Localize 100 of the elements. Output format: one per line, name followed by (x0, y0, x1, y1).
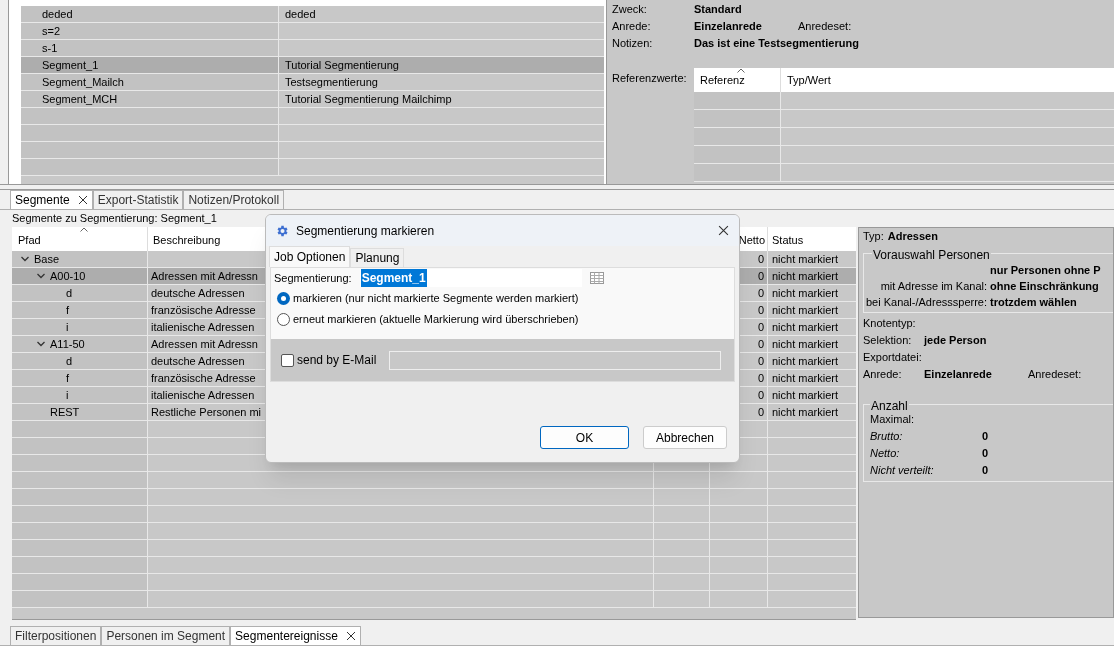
chevron-icon[interactable] (20, 254, 30, 264)
tree-label: i (66, 319, 69, 335)
column-header[interactable]: Beschreibung (153, 231, 221, 248)
field-label: Maximal: (870, 412, 914, 428)
tab[interactable]: Personen im Segment (101, 626, 231, 645)
field-value: Standard (694, 2, 742, 18)
field-label: Selektion: (863, 333, 913, 349)
radio-button[interactable] (277, 292, 290, 305)
field-value: trotzdem wählen (990, 294, 1077, 310)
chevron-icon[interactable] (36, 271, 46, 281)
column-header[interactable]: Netto (738, 231, 765, 248)
table-cell-text: nicht markiert (772, 285, 839, 301)
table-cell-text: 0 (757, 336, 764, 352)
table-cell-text: 0 (757, 404, 764, 420)
tree-label: d (66, 353, 73, 369)
radio-label: erneut markieren (aktuelle Markierung wird überschrieben) (293, 312, 579, 328)
field-value: Einzelanrede (924, 367, 993, 383)
checkbox[interactable] (281, 353, 294, 367)
column-header[interactable]: Referenz (700, 71, 745, 88)
close-icon[interactable] (718, 225, 729, 236)
table-cell-text: Adressen mit Adressn (151, 268, 258, 284)
field-label: Segmentierung: (274, 270, 352, 286)
table-cell-text: nicht markiert (772, 251, 839, 267)
tab[interactable]: Job Optionen (269, 246, 351, 267)
field-value: Einzelanrede (694, 19, 763, 35)
table-cell-text: nicht markiert (772, 319, 839, 335)
tree-label: REST (50, 404, 80, 420)
tree-label: Base (34, 251, 60, 267)
field-value: 0 (982, 463, 989, 479)
field-label: mit Adresse im Kanal: (880, 279, 987, 292)
tab[interactable]: Segmente (10, 190, 93, 209)
field-value: nur Personen ohne P (990, 262, 1101, 278)
table-cell-text: nicht markiert (772, 302, 839, 318)
field-label: Typ: (863, 229, 884, 245)
dialog-button[interactable]: Abbrechen (643, 426, 727, 449)
table-row[interactable]: Segment_MCH Tutorial Segmentierung Mailchimp (21, 91, 604, 108)
tab[interactable]: Segmentereignisse (230, 626, 361, 645)
table-cell-text: 0 (757, 353, 764, 369)
table-cell-text: französische Adresse (151, 302, 256, 318)
table-cell-text: Testsegmentierung (285, 74, 378, 90)
table-cell-text: nicht markiert (772, 336, 839, 352)
table-row[interactable]: Segment_1 Tutorial Segmentierung (21, 57, 604, 74)
column-header[interactable]: Status (772, 231, 804, 248)
field-label: Anrede: (863, 367, 903, 383)
column-header[interactable]: Typ/Wert (787, 71, 831, 88)
table-cell-text: s-1 (42, 40, 58, 56)
tab[interactable]: Notizen/Protokoll (183, 190, 285, 209)
field-label: Brutto: (870, 429, 904, 445)
table-cell-text: deded (285, 6, 316, 22)
table-cell-text: 0 (757, 302, 764, 318)
table-caption: Segmente zu Segmentierung: Segment_1 (12, 211, 217, 227)
checkbox-label: send by E-Mail (297, 352, 377, 369)
table-cell-text: s=2 (42, 23, 61, 39)
close-icon[interactable] (345, 631, 356, 641)
radio-label: markieren (nur nicht markierte Segmente werden markiert) (293, 291, 579, 307)
field-label: Zweck: (612, 2, 648, 18)
dialog-button[interactable]: OK (540, 426, 629, 449)
field-label: Anredeset: (1028, 367, 1082, 383)
table-cell-text: 0 (757, 387, 764, 403)
field-value: 0 (982, 446, 989, 462)
table-row[interactable]: s=2 (21, 23, 604, 40)
field-value: ohne Einschränkung (990, 278, 1099, 294)
radio-button[interactable] (277, 313, 290, 326)
table-cell-text: Segment_1 (42, 57, 99, 73)
tree-label: f (66, 302, 70, 318)
tab[interactable]: Filterpositionen (10, 626, 102, 645)
table-cell-text: 0 (757, 370, 764, 386)
table-cell-text: deutsche Adressen (151, 285, 245, 301)
table-cell-text: deded (42, 6, 73, 22)
close-icon[interactable] (77, 195, 88, 205)
table-cell-text: französische Adresse (151, 370, 256, 386)
sort-caret-icon (737, 68, 745, 73)
column-header[interactable]: Pfad (18, 231, 41, 248)
table-cell-text: Segment_Mailch (42, 74, 124, 90)
field-label: Netto: (870, 446, 901, 462)
field-label: Knotentyp: (863, 316, 917, 332)
field-label: Anrede: (612, 19, 652, 35)
field-label: Referenzwerte: (612, 71, 688, 86)
table-row[interactable]: deded deded (21, 6, 604, 23)
dialog-title: Segmentierung markieren (296, 222, 436, 240)
table-cell-text: italienische Adressen (151, 319, 255, 335)
gear-icon (275, 223, 289, 238)
tab[interactable]: Planung (350, 248, 405, 267)
table-cell-text: 0 (757, 268, 764, 284)
table-cell-text: italienische Adressen (151, 387, 255, 403)
table-cell-text: Tutorial Segmentierung (285, 57, 399, 73)
segment-field[interactable]: Segment_1 (359, 269, 582, 287)
table-cell-text: 0 (757, 251, 764, 267)
chevron-icon[interactable] (36, 339, 46, 349)
table-cell-text: nicht markiert (772, 370, 839, 386)
table-row[interactable]: Segment_Mailch Testsegmentierung (21, 74, 604, 91)
field-label: Exportdatei: (863, 350, 923, 366)
tree-label: f (66, 370, 70, 386)
table-cell-text: deutsche Adressen (151, 353, 245, 369)
table-icon[interactable] (589, 272, 604, 284)
tab[interactable]: Export-Statistik (92, 190, 184, 209)
tree-label: A00-10 (50, 268, 86, 284)
table-cell-text: nicht markiert (772, 404, 839, 420)
table-cell-text: nicht markiert (772, 353, 839, 369)
field-value: Adressen (887, 229, 938, 245)
